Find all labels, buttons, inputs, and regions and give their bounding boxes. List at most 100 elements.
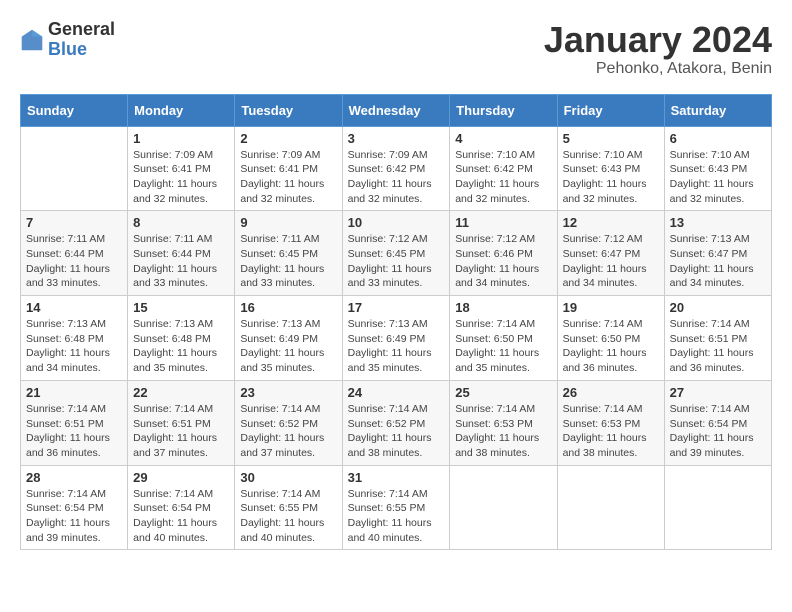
calendar-cell: 9 Sunrise: 7:11 AMSunset: 6:45 PMDaylight… <box>235 211 342 296</box>
calendar-cell: 11 Sunrise: 7:12 AMSunset: 6:46 PMDayligh… <box>450 211 557 296</box>
day-number: 26 <box>563 385 659 400</box>
calendar-cell: 16 Sunrise: 7:13 AMSunset: 6:49 PMDayligh… <box>235 296 342 381</box>
calendar-subtitle: Pehonko, Atakora, Benin <box>544 60 772 78</box>
day-detail: Sunrise: 7:12 AMSunset: 6:46 PMDaylight:… <box>455 232 551 291</box>
calendar-cell: 24 Sunrise: 7:14 AMSunset: 6:52 PMDayligh… <box>342 380 450 465</box>
day-number: 6 <box>670 131 766 146</box>
day-number: 24 <box>348 385 445 400</box>
day-detail: Sunrise: 7:14 AMSunset: 6:54 PMDaylight:… <box>133 487 229 546</box>
calendar-body: 1Sunrise: 7:09 AMSunset: 6:41 PMDaylight… <box>21 126 772 550</box>
day-detail: Sunrise: 7:14 AMSunset: 6:53 PMDaylight:… <box>563 402 659 461</box>
day-detail: Sunrise: 7:14 AMSunset: 6:50 PMDaylight:… <box>563 317 659 376</box>
week-row-5: 28 Sunrise: 7:14 AMSunset: 6:54 PMDayligh… <box>21 465 772 550</box>
day-detail: Sunrise: 7:09 AMSunset: 6:42 PMDaylight:… <box>348 148 445 207</box>
calendar-cell: 23 Sunrise: 7:14 AMSunset: 6:52 PMDayligh… <box>235 380 342 465</box>
day-detail: Sunrise: 7:12 AMSunset: 6:45 PMDaylight:… <box>348 232 445 291</box>
calendar-cell <box>450 465 557 550</box>
day-number: 15 <box>133 300 229 315</box>
calendar-cell: 13Sunrise: 7:13 AMSunset: 6:47 PMDayligh… <box>664 211 771 296</box>
logo-blue: Blue <box>48 40 115 60</box>
day-detail: Sunrise: 7:09 AMSunset: 6:41 PMDaylight:… <box>133 148 229 207</box>
day-detail: Sunrise: 7:11 AMSunset: 6:45 PMDaylight:… <box>240 232 336 291</box>
day-number: 2 <box>240 131 336 146</box>
day-number: 9 <box>240 215 336 230</box>
calendar-cell: 15Sunrise: 7:13 AMSunset: 6:48 PMDayligh… <box>128 296 235 381</box>
day-number: 28 <box>26 470 122 485</box>
day-number: 20 <box>670 300 766 315</box>
day-number: 25 <box>455 385 551 400</box>
calendar-title: January 2024 <box>544 20 772 60</box>
day-detail: Sunrise: 7:12 AMSunset: 6:47 PMDaylight:… <box>563 232 659 291</box>
calendar-cell: 14Sunrise: 7:13 AMSunset: 6:48 PMDayligh… <box>21 296 128 381</box>
calendar-cell: 26 Sunrise: 7:14 AMSunset: 6:53 PMDayligh… <box>557 380 664 465</box>
week-row-1: 1Sunrise: 7:09 AMSunset: 6:41 PMDaylight… <box>21 126 772 211</box>
day-number: 21 <box>26 385 122 400</box>
calendar-cell: 12 Sunrise: 7:12 AMSunset: 6:47 PMDayligh… <box>557 211 664 296</box>
day-number: 3 <box>348 131 445 146</box>
day-number: 30 <box>240 470 336 485</box>
calendar-cell: 8Sunrise: 7:11 AMSunset: 6:44 PMDaylight… <box>128 211 235 296</box>
day-number: 23 <box>240 385 336 400</box>
logo-general: General <box>48 20 115 40</box>
calendar-cell: 5 Sunrise: 7:10 AMSunset: 6:43 PMDaylight… <box>557 126 664 211</box>
day-number: 22 <box>133 385 229 400</box>
day-detail: Sunrise: 7:11 AMSunset: 6:44 PMDaylight:… <box>26 232 122 291</box>
header-thursday: Thursday <box>450 94 557 126</box>
day-number: 11 <box>455 215 551 230</box>
calendar-cell: 4Sunrise: 7:10 AMSunset: 6:42 PMDaylight… <box>450 126 557 211</box>
day-number: 14 <box>26 300 122 315</box>
day-number: 17 <box>348 300 445 315</box>
day-number: 29 <box>133 470 229 485</box>
logo-icon <box>20 28 44 52</box>
calendar-cell: 2Sunrise: 7:09 AMSunset: 6:41 PMDaylight… <box>235 126 342 211</box>
day-detail: Sunrise: 7:14 AMSunset: 6:52 PMDaylight:… <box>348 402 445 461</box>
day-number: 19 <box>563 300 659 315</box>
calendar-header: SundayMondayTuesdayWednesdayThursdayFrid… <box>21 94 772 126</box>
day-number: 12 <box>563 215 659 230</box>
calendar-table: SundayMondayTuesdayWednesdayThursdayFrid… <box>20 94 772 551</box>
calendar-cell: 28 Sunrise: 7:14 AMSunset: 6:54 PMDayligh… <box>21 465 128 550</box>
calendar-cell <box>664 465 771 550</box>
calendar-cell: 22Sunrise: 7:14 AMSunset: 6:51 PMDayligh… <box>128 380 235 465</box>
day-detail: Sunrise: 7:10 AMSunset: 6:42 PMDaylight:… <box>455 148 551 207</box>
header-tuesday: Tuesday <box>235 94 342 126</box>
day-detail: Sunrise: 7:10 AMSunset: 6:43 PMDaylight:… <box>563 148 659 207</box>
day-number: 5 <box>563 131 659 146</box>
day-detail: Sunrise: 7:14 AMSunset: 6:54 PMDaylight:… <box>26 487 122 546</box>
header-sunday: Sunday <box>21 94 128 126</box>
day-detail: Sunrise: 7:13 AMSunset: 6:49 PMDaylight:… <box>240 317 336 376</box>
calendar-cell: 7Sunrise: 7:11 AMSunset: 6:44 PMDaylight… <box>21 211 128 296</box>
calendar-cell: 25 Sunrise: 7:14 AMSunset: 6:53 PMDayligh… <box>450 380 557 465</box>
header-friday: Friday <box>557 94 664 126</box>
calendar-cell: 17 Sunrise: 7:13 AMSunset: 6:49 PMDayligh… <box>342 296 450 381</box>
day-detail: Sunrise: 7:10 AMSunset: 6:43 PMDaylight:… <box>670 148 766 207</box>
week-row-4: 21Sunrise: 7:14 AMSunset: 6:51 PMDayligh… <box>21 380 772 465</box>
day-number: 31 <box>348 470 445 485</box>
day-number: 10 <box>348 215 445 230</box>
calendar-cell: 18Sunrise: 7:14 AMSunset: 6:50 PMDayligh… <box>450 296 557 381</box>
calendar-cell <box>21 126 128 211</box>
day-detail: Sunrise: 7:14 AMSunset: 6:53 PMDaylight:… <box>455 402 551 461</box>
day-detail: Sunrise: 7:13 AMSunset: 6:49 PMDaylight:… <box>348 317 445 376</box>
day-number: 16 <box>240 300 336 315</box>
header-saturday: Saturday <box>664 94 771 126</box>
title-block: January 2024 Pehonko, Atakora, Benin <box>544 20 772 78</box>
calendar-cell: 29 Sunrise: 7:14 AMSunset: 6:54 PMDayligh… <box>128 465 235 550</box>
day-detail: Sunrise: 7:14 AMSunset: 6:52 PMDaylight:… <box>240 402 336 461</box>
day-detail: Sunrise: 7:11 AMSunset: 6:44 PMDaylight:… <box>133 232 229 291</box>
day-detail: Sunrise: 7:14 AMSunset: 6:51 PMDaylight:… <box>670 317 766 376</box>
calendar-cell: 27 Sunrise: 7:14 AMSunset: 6:54 PMDayligh… <box>664 380 771 465</box>
calendar-cell <box>557 465 664 550</box>
day-detail: Sunrise: 7:14 AMSunset: 6:54 PMDaylight:… <box>670 402 766 461</box>
calendar-cell: 30 Sunrise: 7:14 AMSunset: 6:55 PMDayligh… <box>235 465 342 550</box>
day-number: 27 <box>670 385 766 400</box>
week-row-2: 7Sunrise: 7:11 AMSunset: 6:44 PMDaylight… <box>21 211 772 296</box>
calendar-cell: 3 Sunrise: 7:09 AMSunset: 6:42 PMDaylight… <box>342 126 450 211</box>
header-wednesday: Wednesday <box>342 94 450 126</box>
day-number: 13 <box>670 215 766 230</box>
day-number: 18 <box>455 300 551 315</box>
day-detail: Sunrise: 7:14 AMSunset: 6:55 PMDaylight:… <box>240 487 336 546</box>
week-row-3: 14Sunrise: 7:13 AMSunset: 6:48 PMDayligh… <box>21 296 772 381</box>
day-detail: Sunrise: 7:14 AMSunset: 6:55 PMDaylight:… <box>348 487 445 546</box>
logo-text: General Blue <box>48 20 115 60</box>
